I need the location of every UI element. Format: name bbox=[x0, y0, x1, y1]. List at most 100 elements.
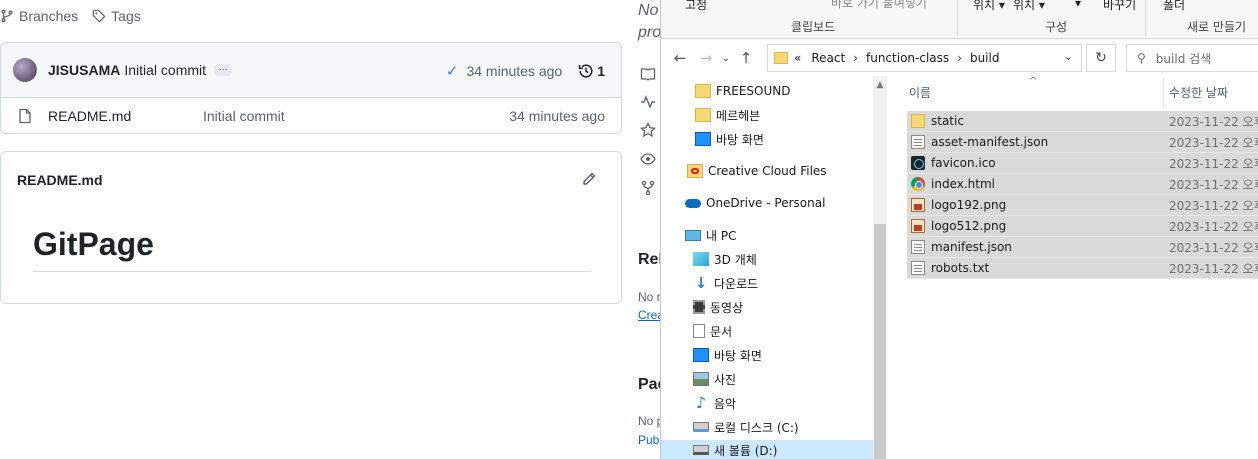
ribbon-divider bbox=[661, 38, 1258, 39]
folder-icon bbox=[695, 84, 711, 98]
list-item[interactable]: static 2023-11-22 오후 bbox=[907, 111, 1258, 132]
nav-item-local-disk-c[interactable]: 로컬 디스크 (C:) bbox=[693, 417, 799, 437]
back-arrow-icon[interactable]: ← bbox=[667, 49, 693, 67]
navigation-pane: FREESOUND 메르헤븐 바탕 화면 Creative Cloud File… bbox=[661, 76, 873, 459]
json-file-icon bbox=[911, 135, 925, 149]
expand-commit-button[interactable]: ... bbox=[214, 63, 233, 76]
nav-item-documents[interactable]: 문서 bbox=[693, 321, 732, 341]
breadcrumb-build[interactable]: build bbox=[970, 51, 1000, 65]
sort-caret-icon: ^ bbox=[1029, 76, 1038, 87]
file-date: 2023-11-22 오후 bbox=[1169, 219, 1258, 234]
breadcrumb-react[interactable]: React bbox=[811, 51, 845, 65]
releases-heading[interactable]: Rel bbox=[638, 251, 660, 269]
image-file-icon bbox=[911, 198, 925, 212]
chevron-right-icon[interactable]: › bbox=[853, 51, 858, 65]
folder-icon bbox=[695, 108, 711, 122]
nav-scrollbar-thumb[interactable] bbox=[874, 224, 886, 459]
rename-button[interactable]: 바꾸기 bbox=[1103, 0, 1136, 13]
commit-author[interactable]: JISUSAMA bbox=[48, 62, 120, 78]
recent-chevron-down-icon[interactable]: ⌄ bbox=[719, 53, 733, 64]
nav-item-videos[interactable]: 동영상 bbox=[693, 297, 743, 317]
history-link[interactable]: 1 bbox=[578, 63, 605, 79]
nav-item-downloads[interactable]: ↓ 다운로드 bbox=[693, 273, 758, 293]
readme-heading: GitPage bbox=[33, 226, 154, 262]
file-row[interactable]: README.md Initial commit 34 minutes ago bbox=[1, 98, 621, 133]
list-item[interactable]: logo512.png 2023-11-22 오후 bbox=[907, 216, 1258, 237]
file-date: 2023-11-22 오후 bbox=[1169, 261, 1258, 276]
nav-item-folder[interactable]: 메르헤븐 bbox=[695, 105, 760, 125]
nav-item-label: 3D 개체 bbox=[714, 252, 757, 267]
nav-item-volume-d[interactable]: 새 볼륨 (D:) bbox=[661, 440, 873, 459]
search-input[interactable]: ⚲ build 검색 bbox=[1126, 44, 1258, 72]
list-item[interactable]: logo192.png 2023-11-22 오후 bbox=[907, 195, 1258, 216]
nav-item-music[interactable]: ♪ 음악 bbox=[693, 393, 736, 413]
nav-item-freesound[interactable]: FREESOUND bbox=[695, 81, 790, 101]
clipboard-group-label: 클립보드 bbox=[791, 20, 836, 34]
nav-item-onedrive[interactable]: OneDrive - Personal bbox=[685, 193, 825, 213]
nav-item-3d-objects[interactable]: 3D 개체 bbox=[693, 249, 757, 269]
react-icon bbox=[911, 156, 925, 170]
forward-arrow-icon[interactable]: → bbox=[693, 49, 719, 67]
column-divider[interactable] bbox=[1163, 78, 1164, 108]
nav-item-label: Creative Cloud Files bbox=[708, 164, 827, 178]
list-item[interactable]: asset-manifest.json 2023-11-22 오후 bbox=[907, 132, 1258, 153]
copy-to-button[interactable]: 위치 ▾ bbox=[1013, 0, 1045, 13]
packages-heading[interactable]: Pac bbox=[638, 376, 660, 394]
address-overflow[interactable]: « bbox=[794, 51, 801, 65]
address-bar[interactable]: « React › function-class › build ⌄ bbox=[767, 44, 1082, 72]
about-text-fragment: No bbox=[638, 2, 659, 19]
file-name: logo512.png bbox=[931, 219, 1007, 233]
create-release-link[interactable]: Crea bbox=[638, 308, 660, 322]
desktop-icon bbox=[693, 348, 709, 362]
list-item[interactable]: favicon.ico 2023-11-22 오후 bbox=[907, 153, 1258, 174]
chevron-right-icon[interactable]: › bbox=[957, 51, 962, 65]
file-explorer-window: 고정 바로 가기 붙여넣기 클립보드 위치 ▾ 위치 ▾ ▾ 바꾸기 구성 폴더… bbox=[660, 0, 1258, 459]
scroll-up-arrow-icon[interactable]: ▲ bbox=[873, 80, 887, 90]
branch-icon bbox=[1, 9, 13, 23]
new-folder-button[interactable]: 폴더 bbox=[1163, 0, 1185, 13]
folder-icon bbox=[774, 52, 788, 64]
column-header-name[interactable]: 이름 bbox=[909, 84, 931, 101]
nav-item-this-pc[interactable]: 내 PC bbox=[685, 225, 736, 245]
file-commit-time: 34 minutes ago bbox=[509, 108, 605, 124]
file-commit-link[interactable]: Initial commit bbox=[203, 108, 285, 124]
list-item[interactable]: manifest.json 2023-11-22 오후 bbox=[907, 237, 1258, 258]
breadcrumb-function-class[interactable]: function-class bbox=[866, 51, 949, 65]
up-arrow-icon[interactable]: ↑ bbox=[733, 49, 759, 67]
move-to-button[interactable]: 위치 ▾ bbox=[973, 0, 1005, 13]
branches-link[interactable]: Branches bbox=[0, 8, 78, 24]
column-header-date[interactable]: 수정한 날짜 bbox=[1169, 84, 1228, 101]
list-item[interactable]: robots.txt 2023-11-22 오후 bbox=[907, 258, 1258, 279]
commit-message[interactable]: Initial commit bbox=[124, 62, 206, 78]
list-item[interactable]: index.html 2023-11-22 오후 bbox=[907, 174, 1258, 195]
file-date: 2023-11-22 오후 bbox=[1169, 114, 1258, 129]
commit-time[interactable]: 34 minutes ago bbox=[466, 63, 562, 79]
desktop-icon bbox=[695, 132, 711, 146]
file-date: 2023-11-22 오후 bbox=[1169, 156, 1258, 171]
publish-package-link[interactable]: Pub bbox=[638, 433, 659, 447]
avatar[interactable] bbox=[13, 58, 37, 82]
nav-item-desktop[interactable]: 바탕 화면 bbox=[695, 129, 764, 149]
chevron-down-icon[interactable]: ⌄ bbox=[1064, 50, 1073, 63]
nav-item-pictures[interactable]: 사진 bbox=[693, 369, 736, 389]
nav-item-creative-cloud[interactable]: Creative Cloud Files bbox=[687, 161, 827, 181]
nav-item-label: 다운로드 bbox=[714, 276, 759, 291]
download-arrow-icon: ↓ bbox=[694, 274, 708, 292]
file-name-link[interactable]: README.md bbox=[48, 108, 203, 124]
pencil-icon[interactable] bbox=[581, 171, 597, 187]
readme-box: README.md GitPage bbox=[0, 151, 622, 304]
file-date: 2023-11-22 오후 bbox=[1169, 240, 1258, 255]
delete-dropdown[interactable]: ▾ bbox=[1075, 0, 1081, 10]
onedrive-cloud-icon bbox=[685, 198, 701, 208]
pin-button[interactable]: 고정 bbox=[685, 0, 707, 13]
nav-item-desktop-2[interactable]: 바탕 화면 bbox=[693, 345, 762, 365]
new-group-label: 새로 만들기 bbox=[1187, 20, 1247, 34]
readme-title[interactable]: README.md bbox=[17, 172, 103, 188]
tags-link[interactable]: Tags bbox=[92, 8, 141, 24]
about-text-fragment-2: pro bbox=[638, 24, 660, 41]
file-list-box: JISUSAMA Initial commit ... ✓ 34 minutes… bbox=[0, 42, 622, 134]
text-file-icon bbox=[911, 261, 925, 275]
nav-item-label: 바탕 화면 bbox=[714, 348, 762, 363]
refresh-icon[interactable]: ↻ bbox=[1086, 44, 1116, 72]
paste-shortcut-button[interactable]: 바로 가기 붙여넣기 bbox=[831, 0, 927, 11]
